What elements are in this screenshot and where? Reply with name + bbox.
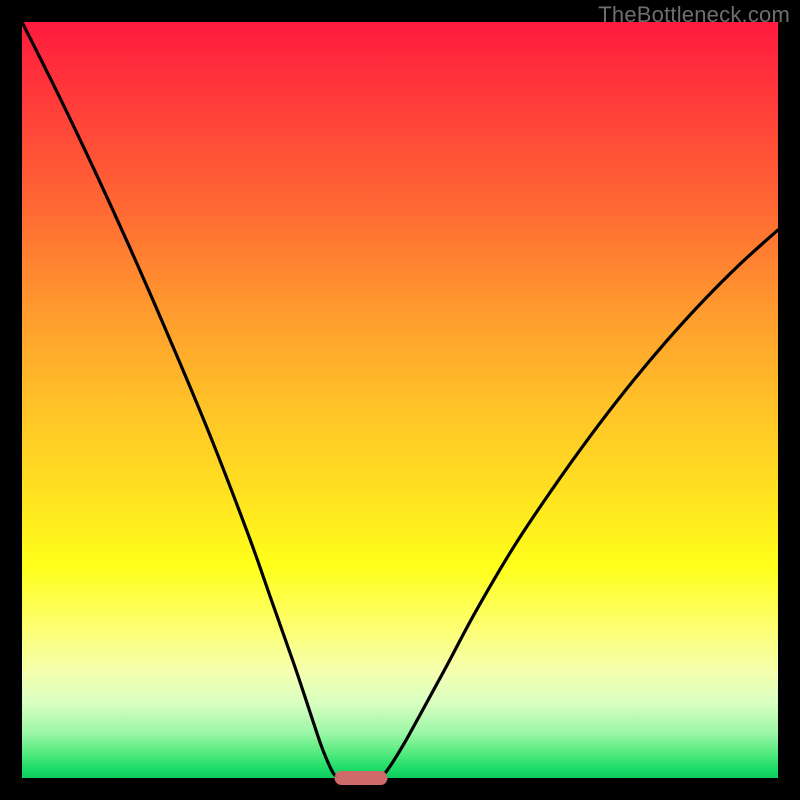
plot-area	[22, 22, 778, 778]
right-curve	[381, 230, 778, 778]
watermark-text: TheBottleneck.com	[598, 2, 790, 28]
curve-layer	[22, 22, 778, 778]
chart-frame: TheBottleneck.com	[0, 0, 800, 800]
bottleneck-marker	[334, 771, 387, 785]
left-curve	[22, 22, 338, 778]
